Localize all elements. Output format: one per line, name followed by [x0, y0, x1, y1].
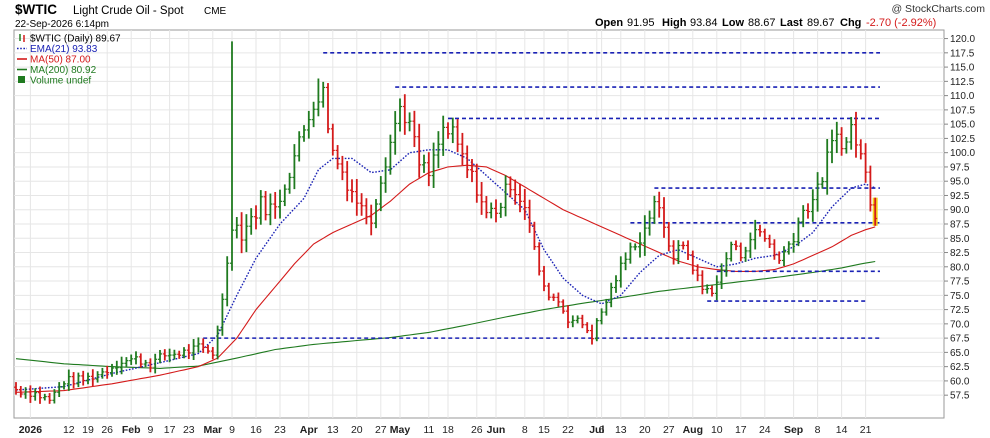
y-tick-label: 105.0 [950, 120, 975, 131]
high-value: 93.84 [690, 17, 718, 29]
legend-label: EMA(21) 93.83 [30, 44, 98, 55]
y-tick-label: 87.5 [950, 220, 970, 231]
x-tick-label: 26 [471, 424, 483, 436]
x-tick-label: 10 [711, 424, 723, 436]
y-tick-label: 70.0 [950, 319, 970, 330]
legend-swatch [18, 76, 25, 83]
legend-item: EMA(21) 93.83 [17, 44, 98, 55]
chg-value: -2.70 (-2.92%) [866, 17, 936, 29]
x-tick-label: Apr [300, 424, 318, 436]
ohlc-quote: Open 91.95 High 93.84 Low 88.67 Last 89.… [595, 17, 936, 29]
low-value: 88.67 [748, 17, 776, 29]
y-tick-label: 80.0 [950, 262, 970, 273]
y-tick-label: 92.5 [950, 191, 970, 202]
legend-label: Volume undef [30, 76, 91, 87]
x-tick-label: 9 [147, 424, 153, 436]
x-tick-label: 13 [615, 424, 627, 436]
y-tick-label: 112.5 [950, 77, 975, 88]
x-tick-label: 26 [101, 424, 113, 436]
open-label: Open [595, 17, 623, 29]
y-tick-label: 100.0 [950, 148, 975, 159]
y-tick-label: 65.0 [950, 348, 970, 359]
open-value: 91.95 [627, 17, 655, 29]
last-label: Last [780, 17, 803, 29]
y-tick-label: 72.5 [950, 305, 970, 316]
y-tick-label: 107.5 [950, 105, 975, 116]
x-tick-label: 27 [663, 424, 675, 436]
y-tick-label: 75.0 [950, 291, 970, 302]
x-tick-label: 8 [815, 424, 821, 436]
x-tick-label: Feb [122, 424, 141, 436]
chart-date: 22-Sep-2026 6:14pm [15, 19, 109, 30]
x-tick-label: 13 [327, 424, 339, 436]
x-tick-label: 22 [562, 424, 574, 436]
x-tick-label: 17 [735, 424, 747, 436]
y-tick-label: 97.5 [950, 162, 970, 173]
copyright-label: @ StockCharts.com [891, 3, 985, 15]
y-tick-label: 117.5 [950, 48, 975, 59]
x-tick-label: 23 [274, 424, 286, 436]
x-tick-label: 23 [183, 424, 195, 436]
low-label: Low [722, 17, 744, 29]
high-label: High [662, 17, 687, 29]
x-tick-label: 9 [229, 424, 235, 436]
x-tick-label: 6 [599, 424, 605, 436]
x-tick-label: 12 [63, 424, 75, 436]
chg-label: Chg [840, 17, 861, 29]
x-tick-label: 18 [442, 424, 454, 436]
x-tick-label: 19 [82, 424, 94, 436]
x-tick-label: Aug [683, 424, 703, 436]
legend-label: MA(200) 80.92 [30, 65, 97, 76]
legend-label: $WTIC (Daily) 89.67 [30, 34, 121, 45]
y-tick-label: 82.5 [950, 248, 970, 259]
price-chart: $WTIC Light Crude Oil - Spot CME 22-Sep-… [0, 0, 990, 438]
y-tick-label: 62.5 [950, 362, 970, 373]
legend-label: MA(50) 87.00 [30, 55, 91, 66]
y-tick-label: 95.0 [950, 177, 970, 188]
y-tick-label: 77.5 [950, 277, 970, 288]
y-tick-label: 115.0 [950, 63, 975, 74]
y-tick-label: 67.5 [950, 334, 970, 345]
y-tick-label: 57.5 [950, 391, 970, 402]
symbol-label: $WTIC [15, 2, 57, 17]
last-value: 89.67 [807, 17, 835, 29]
x-tick-label: 14 [836, 424, 848, 436]
x-tick-label: 27 [375, 424, 387, 436]
x-tick-label: 20 [351, 424, 363, 436]
y-tick-label: 120.0 [950, 34, 975, 45]
y-tick-label: 102.5 [950, 134, 975, 145]
x-tick-label: 8 [522, 424, 528, 436]
price-bar [872, 197, 878, 226]
x-tick-label: 20 [639, 424, 651, 436]
x-tick-label: Jun [487, 424, 506, 436]
y-tick-label: 60.0 [950, 376, 970, 387]
exchange-label: CME [204, 6, 227, 17]
y-tick-label: 85.0 [950, 234, 970, 245]
x-tick-label: Mar [203, 424, 222, 436]
x-tick-label: 24 [759, 424, 771, 436]
x-tick-label: 15 [538, 424, 550, 436]
instrument-description: Light Crude Oil - Spot [73, 5, 184, 17]
x-tick-label: 17 [164, 424, 176, 436]
legend-item: $WTIC (Daily) 89.67 [19, 34, 121, 45]
x-tick-label: 2026 [19, 424, 43, 436]
x-tick-label: May [390, 424, 411, 436]
x-tick-label: 16 [250, 424, 262, 436]
y-tick-label: 110.0 [950, 91, 975, 102]
x-tick-label: Sep [784, 424, 803, 436]
x-tick-label: 21 [860, 424, 872, 436]
y-tick-label: 90.0 [950, 205, 970, 216]
x-tick-label: 11 [423, 424, 434, 436]
